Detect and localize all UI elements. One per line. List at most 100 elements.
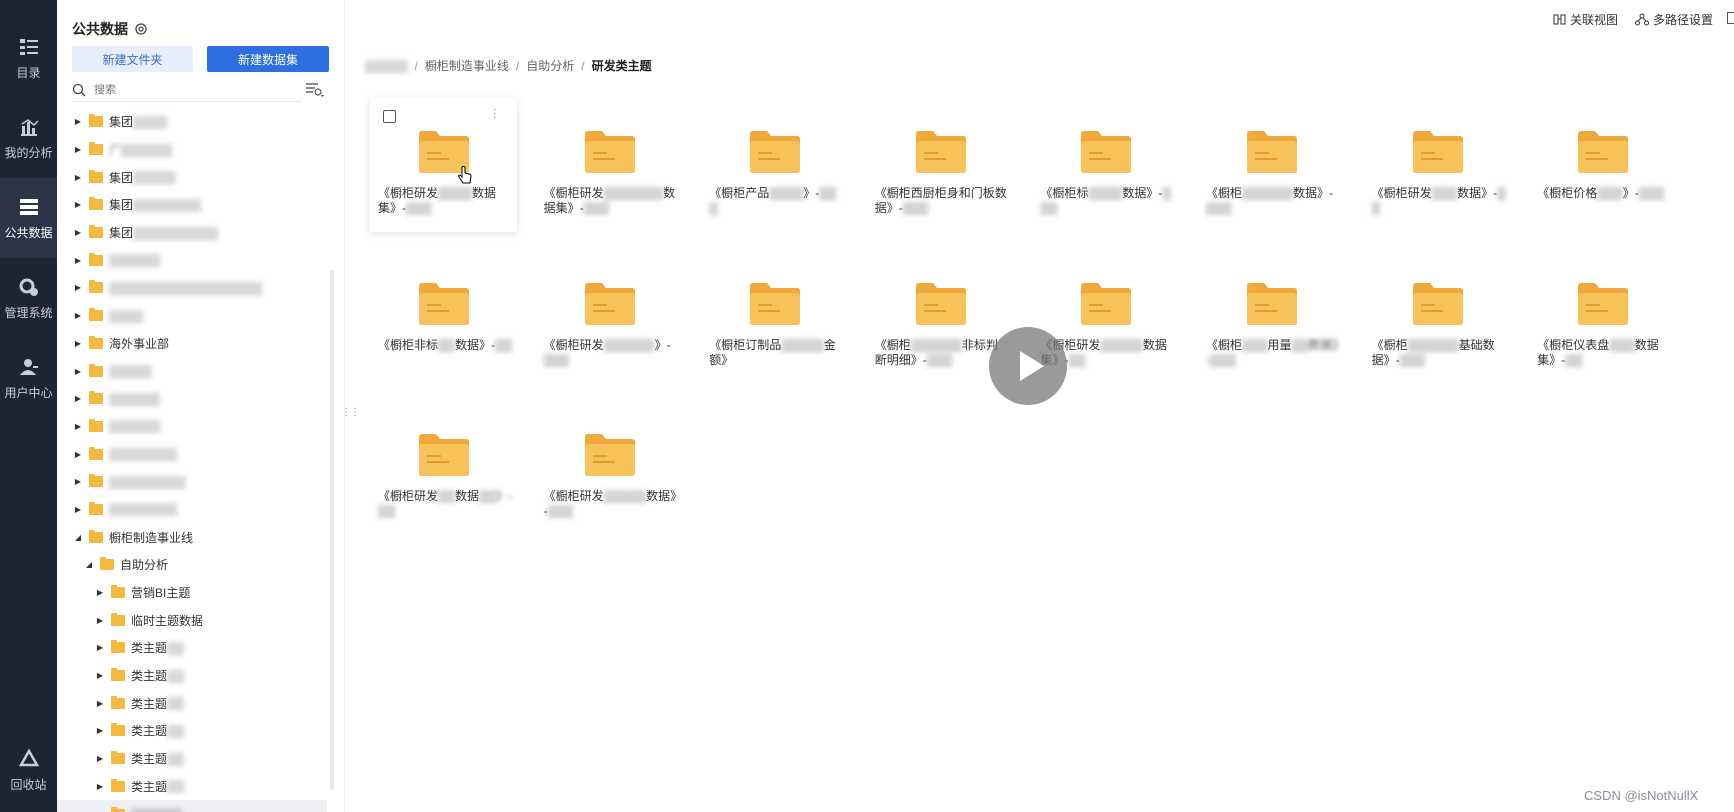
rail-item-public-data[interactable]: 公共数据	[0, 178, 57, 258]
breadcrumb-item[interactable]: ▒▒▒▒▒	[365, 59, 408, 73]
folder-card[interactable]: 《橱柜▒▒▒▒▒▒基础数据》-▒▒▒	[1364, 250, 1511, 384]
tree-header: 公共数据	[72, 19, 148, 39]
tree-row[interactable]: ▶ 集团 ▒▒▒▒	[57, 108, 327, 136]
tree-row[interactable]: ▒▒▒▒▒▒	[57, 800, 327, 812]
folder-card[interactable]: 《橱柜研发▒▒▒▒▒▒▒数据集》-▒▒▒	[536, 98, 683, 232]
caret-right-icon[interactable]: ▶	[73, 283, 83, 292]
caret-right-icon[interactable]: ▶	[73, 505, 83, 514]
folder-card[interactable]: 《橱柜研发▒▒▒数据》-▒▒	[1364, 98, 1511, 232]
folder-card[interactable]: 《橱柜订制品▒▒▒▒▒金额》	[701, 250, 848, 384]
folder-icon	[111, 612, 125, 626]
folder-card[interactable]: 《橱柜价格▒▒▒》-▒▒▒	[1529, 98, 1676, 232]
rail-item-catalog[interactable]: 目录	[0, 18, 57, 98]
tree-row[interactable]: ▶ 广▒▒▒▒▒▒	[57, 136, 327, 164]
tree-row[interactable]: ▶ 类主题 ▒▒	[57, 773, 327, 801]
rail-item-user-center[interactable]: 用户中心	[0, 338, 57, 418]
tree-row[interactable]: ▶ 集团 ▒▒▒▒▒▒▒▒	[57, 191, 327, 219]
tree-scrollbar[interactable]	[330, 270, 334, 790]
related-view-link[interactable]: 关联视图	[1553, 11, 1618, 28]
caret-right-icon[interactable]: ▶	[73, 450, 83, 459]
panel-toggle-icon[interactable]	[1727, 12, 1734, 24]
tree-row[interactable]: ▶ 类主题 ▒▒	[57, 662, 327, 690]
tree-row[interactable]: ◢ 橱柜制造事业线	[57, 523, 327, 551]
caret-right-icon[interactable]: ▶	[73, 145, 83, 154]
folder-card[interactable]: 《橱柜仪表盘▒▒▒数据集》-▒▒	[1529, 250, 1676, 384]
panel-resize-handle[interactable]: ⋮⋮	[341, 407, 360, 418]
folder-card[interactable]: 《橱柜产品▒▒▒▒》-▒▒▒	[701, 98, 848, 232]
folder-card[interactable]: 《橱柜非标▒▒数据》-▒▒	[370, 250, 517, 384]
folder-name: 《橱柜非标▒▒数据》-▒▒	[378, 337, 513, 352]
tree-panel: 公共数据 新建文件夹 新建数据集 ▶集团▒▒▒▒▶广▒▒▒▒▒▒▶集团▒▒▒▒▒…	[57, 0, 345, 812]
tree-row[interactable]: ▶ ▒▒▒▒▒▒	[57, 413, 327, 441]
new-dataset-button[interactable]: 新建数据集	[207, 46, 329, 72]
folder-card[interactable]: 《橱柜研发▒▒▒▒▒数据》-▒▒▒	[536, 401, 683, 535]
tree-row-label: 自助分析	[120, 558, 169, 573]
caret-right-icon[interactable]: ▶	[95, 643, 105, 652]
folder-card[interactable]: 《橱柜▒▒▒用量▒▒数据》-▒▒▒	[1198, 250, 1345, 384]
tree-row[interactable]: ▶ ▒▒▒▒▒▒	[57, 246, 327, 274]
tree-row[interactable]: ▶ 集团 ▒▒▒▒▒▒▒▒▒▒	[57, 219, 327, 247]
caret-right-icon[interactable]: ▶	[73, 367, 83, 376]
folder-name: 《橱柜西厨柜身和门板数据》-▒▒▒	[874, 186, 1007, 215]
rail-item-admin[interactable]: 管理系统	[0, 258, 57, 338]
caret-right-icon[interactable]: ▶	[73, 173, 83, 182]
folder-card[interactable]: 《橱柜西厨柜身和门板数据》-▒▒▒	[867, 98, 1014, 232]
rail-item-recycle[interactable]: 回收站	[0, 730, 57, 810]
caret-right-icon[interactable]: ▶	[95, 588, 105, 597]
multipath-settings-link[interactable]: 多路径设置	[1635, 11, 1713, 28]
tree-row[interactable]: ▶ ▒▒▒▒▒	[57, 357, 327, 385]
tree-row-redacted: ▒▒▒▒	[109, 308, 144, 323]
caret-right-icon[interactable]: ▶	[73, 477, 83, 486]
caret-right-icon[interactable]: ▶	[95, 754, 105, 763]
caret-right-icon[interactable]: ▶	[95, 671, 105, 680]
tree-row[interactable]: ▶ 海外事业部	[57, 330, 327, 358]
breadcrumb-item[interactable]: 橱柜制造事业线	[425, 57, 509, 74]
folder-icon	[417, 431, 471, 477]
tree-row-label: 集团	[109, 198, 134, 213]
caret-right-icon[interactable]: ▶	[73, 422, 83, 431]
caret-right-icon[interactable]: ▶	[95, 726, 105, 735]
tree-row[interactable]: ▶ 类主题 ▒▒	[57, 689, 327, 717]
caret-right-icon[interactable]: ▶	[73, 256, 83, 265]
caret-down-icon[interactable]: ◢	[84, 560, 94, 569]
tree-row[interactable]: ▶ 类主题 ▒▒	[57, 634, 327, 662]
breadcrumb-item[interactable]: 自助分析	[526, 57, 574, 74]
filter-icon[interactable]	[305, 82, 325, 98]
caret-right-icon[interactable]: ▶	[95, 616, 105, 625]
caret-right-icon[interactable]: ▶	[95, 699, 105, 708]
tree-row[interactable]: ▶ 集团 ▒▒▒▒▒	[57, 163, 327, 191]
folder-card[interactable]: 《橱柜▒▒▒▒▒▒数据》-▒▒▒	[1198, 98, 1345, 232]
caret-right-icon[interactable]: ▶	[73, 311, 83, 320]
new-folder-button[interactable]: 新建文件夹	[72, 46, 193, 72]
caret-down-icon[interactable]: ◢	[73, 533, 83, 542]
tree-row[interactable]: ▶ ▒▒▒▒▒▒	[57, 385, 327, 413]
tree-row-label: 集团	[109, 115, 134, 130]
folder-card[interactable]: 《橱柜标▒▒▒▒数据》-▒▒▒	[1032, 98, 1179, 232]
caret-right-icon[interactable]: ▶	[95, 782, 105, 791]
tree-row[interactable]: ▶ ▒▒▒▒▒▒▒▒▒	[57, 468, 327, 496]
tree-row[interactable]: ▶ ▒▒▒▒▒▒▒▒	[57, 440, 327, 468]
tree-row[interactable]: ▶ 类主题 ▒▒	[57, 745, 327, 773]
tree-row[interactable]: ◢ 自助分析	[57, 551, 327, 579]
folder-card[interactable]: 《橱柜研发▒▒▒▒数据集》-▒▒▒ · · ·	[370, 98, 517, 232]
search-input[interactable]	[94, 83, 284, 96]
folder-card[interactable]: 《橱柜研发▒▒▒▒▒▒》-▒▒▒	[536, 250, 683, 384]
tree-row[interactable]: ▶ 类主题 ▒▒	[57, 717, 327, 745]
video-play-button[interactable]	[989, 327, 1067, 405]
more-options-icon[interactable]: · · ·	[493, 105, 496, 123]
tree-row[interactable]: ▶ ▒▒▒▒▒▒▒▒	[57, 496, 327, 524]
rail-item-my-analysis[interactable]: 我的分析	[0, 98, 57, 178]
tree-row[interactable]: ▶ 临时主题数据	[57, 606, 327, 634]
folder-card[interactable]: 《橱柜研发▒▒数据▒▒》-▒▒	[370, 401, 517, 535]
caret-right-icon[interactable]: ▶	[73, 117, 83, 126]
caret-right-icon[interactable]: ▶	[73, 200, 83, 209]
select-checkbox[interactable]	[383, 110, 396, 123]
caret-right-icon[interactable]: ▶	[73, 394, 83, 403]
tree-row[interactable]: ▶ ▒▒▒▒	[57, 302, 327, 330]
tree-row[interactable]: ▶ 营销BI主题	[57, 579, 327, 607]
tree-row[interactable]: ▶ ▒▒▒▒▒▒▒▒▒▒▒▒▒▒▒▒▒▒	[57, 274, 327, 302]
gear-icon[interactable]	[134, 22, 148, 36]
caret-right-icon[interactable]: ▶	[73, 228, 83, 237]
tree-title: 公共数据	[72, 21, 128, 37]
caret-right-icon[interactable]: ▶	[73, 339, 83, 348]
